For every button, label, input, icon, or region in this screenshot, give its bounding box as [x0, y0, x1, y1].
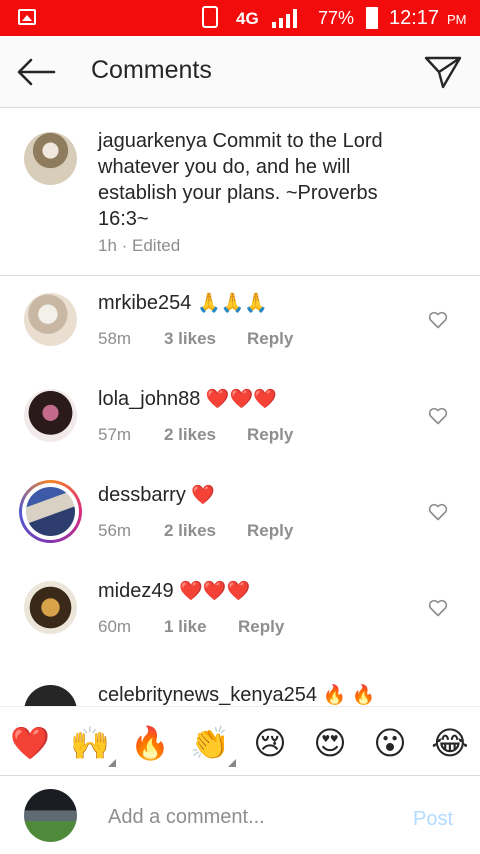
- emoji-button-crying[interactable]: 😢: [250, 723, 290, 763]
- reply-button[interactable]: Reply: [247, 521, 293, 541]
- paper-plane-icon[interactable]: [424, 55, 462, 89]
- top-bar: Comments: [0, 36, 480, 108]
- comment-text: 🙏🙏🙏: [196, 293, 268, 314]
- comment-username[interactable]: celebritynews_kenya254 🔥 🔥: [98, 683, 375, 706]
- comment-username-text: celebritynews_kenya254: [98, 684, 318, 706]
- avatar[interactable]: [24, 389, 77, 442]
- comment-text: ❤️❤️❤️: [205, 389, 277, 410]
- clock: 12:17: [389, 7, 440, 29]
- battery-icon: [366, 7, 378, 29]
- network-type: 4G: [236, 9, 259, 28]
- heart-icon[interactable]: [428, 407, 448, 425]
- comment-row: dessbarry ❤️ 56m 2 likes Reply: [0, 469, 480, 565]
- vibrate-icon: [202, 6, 218, 28]
- emoji-button-heart-eyes[interactable]: 😍: [310, 723, 350, 763]
- avatar: [24, 789, 77, 842]
- signal-icon: [272, 9, 297, 28]
- comment-likes[interactable]: 2 likes: [164, 521, 216, 541]
- comment-username-text: lola_john88: [98, 388, 201, 410]
- emoji-button-clap[interactable]: 👏: [190, 723, 230, 763]
- avatar[interactable]: [24, 293, 77, 346]
- comment-time: 57m: [98, 425, 132, 444]
- emoji-button-laughing[interactable]: 😂: [430, 723, 470, 763]
- comment-text: ❤️: [191, 485, 216, 506]
- page-title: Comments: [91, 56, 212, 84]
- caption-username[interactable]: jaguarkenya: [98, 130, 207, 152]
- emoji-button-raised-hands[interactable]: 🙌: [70, 723, 110, 763]
- comment-time: 58m: [98, 329, 132, 348]
- comment-username[interactable]: mrkibe254 🙏🙏🙏: [98, 291, 268, 315]
- heart-icon[interactable]: [428, 599, 448, 617]
- comment-text: 🔥 🔥: [322, 685, 376, 706]
- comment-compose-bar: Post: [0, 776, 480, 854]
- skin-tone-indicator-icon: [228, 759, 236, 767]
- comment-time: 60m: [98, 617, 132, 636]
- emoji-button-fire[interactable]: 🔥: [130, 723, 170, 763]
- battery-percent: 77%: [318, 8, 355, 28]
- emoji-button-surprised[interactable]: 😮: [370, 723, 410, 763]
- comment-likes[interactable]: 3 likes: [164, 329, 216, 349]
- avatar[interactable]: [26, 487, 75, 536]
- post-caption: jaguarkenya Commit to the Lord whatever …: [0, 108, 480, 276]
- status-bar: 4G 77% 12:17 PM: [0, 0, 480, 36]
- avatar[interactable]: [24, 132, 77, 185]
- emoji-quick-bar: ❤️ 🙌 🔥 👏 😢 😍 😮 😂: [0, 706, 480, 776]
- comment-username[interactable]: lola_john88 ❤️❤️❤️: [98, 387, 277, 411]
- comment-text: ❤️❤️❤️: [179, 581, 251, 602]
- heart-icon[interactable]: [428, 311, 448, 329]
- reply-button[interactable]: Reply: [247, 425, 293, 445]
- comment-row: celebritynews_kenya254 🔥 🔥: [0, 661, 480, 706]
- comment-row: lola_john88 ❤️❤️❤️ 57m 2 likes Reply: [0, 373, 480, 469]
- comment-username[interactable]: midez49 ❤️❤️❤️: [98, 579, 250, 603]
- avatar[interactable]: [24, 685, 77, 706]
- comment-username[interactable]: dessbarry ❤️: [98, 483, 215, 507]
- comment-row: mrkibe254 🙏🙏🙏 58m 3 likes Reply: [0, 277, 480, 373]
- comment-time: 56m: [98, 521, 132, 540]
- caption-text: jaguarkenya Commit to the Lord whatever …: [98, 128, 428, 232]
- arrow-left-icon[interactable]: [16, 58, 56, 86]
- comment-username-text: midez49: [98, 580, 174, 602]
- comment-username-text: dessbarry: [98, 484, 186, 506]
- comment-username-text: mrkibe254: [98, 292, 192, 314]
- comment-input[interactable]: [108, 804, 398, 830]
- comment-likes[interactable]: 1 like: [164, 617, 207, 637]
- caption-meta: 1h · Edited: [98, 236, 181, 255]
- comment-likes[interactable]: 2 likes: [164, 425, 216, 445]
- comment-row: midez49 ❤️❤️❤️ 60m 1 like Reply: [0, 565, 480, 661]
- skin-tone-indicator-icon: [108, 759, 116, 767]
- heart-icon[interactable]: [428, 503, 448, 521]
- gallery-icon: [18, 9, 36, 25]
- emoji-button-heart[interactable]: ❤️: [10, 723, 50, 763]
- reply-button[interactable]: Reply: [247, 329, 293, 349]
- post-button[interactable]: Post: [413, 808, 453, 831]
- clock-ampm: PM: [447, 12, 467, 27]
- reply-button[interactable]: Reply: [238, 617, 284, 637]
- avatar[interactable]: [24, 581, 77, 634]
